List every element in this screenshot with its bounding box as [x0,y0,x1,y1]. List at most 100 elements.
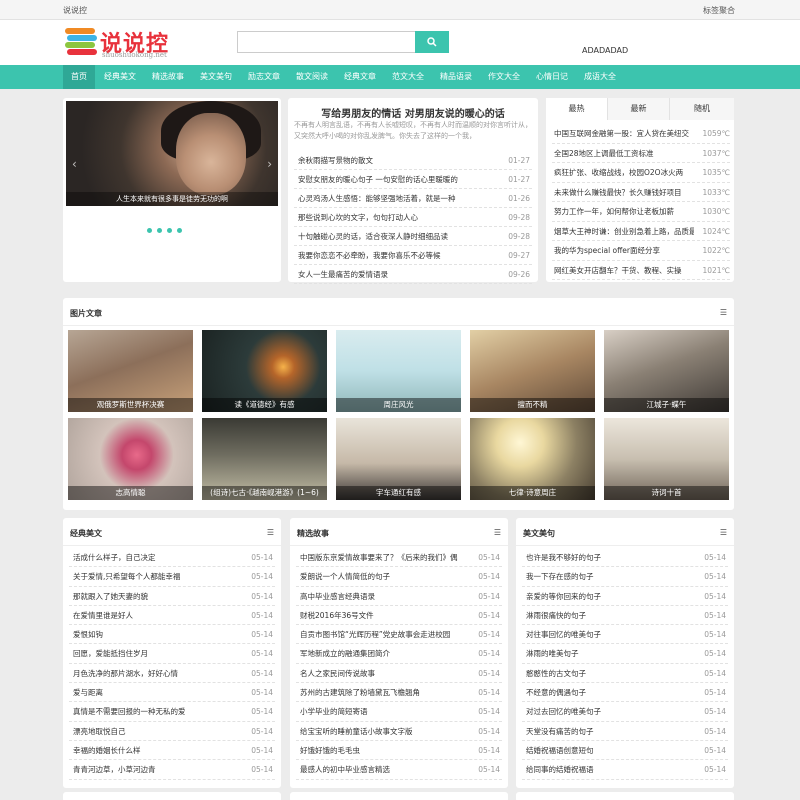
list-item[interactable]: 也许是我不够好的句子 05-14 [522,548,728,568]
slider-dot[interactable] [147,228,152,233]
list-item[interactable]: 憨憨性的古文句子 05-14 [522,664,728,684]
list-item[interactable]: 网红美女开店翻车？干货、教程、实操 1021℃ [552,261,730,280]
list-item[interactable]: 给同事的结婚祝福语 05-14 [522,760,728,780]
item-title[interactable]: 漂亮地取悦自己 [73,722,233,741]
item-title[interactable]: 十句触碰心灵的话，适合夜深人静时细细品读 [298,227,488,246]
nav-item-diary[interactable]: 心情日记 [529,65,575,89]
nav-item-stories[interactable]: 精选故事 [145,65,191,89]
item-title[interactable]: 军地新成立的融通集团简介 [300,644,460,663]
picture-card[interactable]: 周庄风光 [336,330,461,412]
picture-card[interactable]: 宇车通红有感 [336,418,461,500]
item-title[interactable]: 我要你恋恋不必牵盼，我要你喜乐不必等候 [298,246,488,265]
slider-dot[interactable] [167,228,172,233]
item-title[interactable]: 自贡市图书馆“光辉历程”党史故事会走进校园 [300,625,460,644]
list-item[interactable]: 女人一生最痛苦的爱情语录 09-26 [294,265,532,284]
item-title[interactable]: 淋雨的唯美句子 [526,644,686,663]
item-title[interactable]: 财税2016年36号文件 [300,606,460,625]
nav-item-compositions[interactable]: 作文大全 [481,65,527,89]
search-input[interactable] [237,31,417,53]
item-title[interactable]: 烟草大王神时谦：创业别急着上路，品质最重 [554,222,694,242]
list-item[interactable]: 给宝宝听的睡前童话小故事文字版 05-14 [296,722,502,741]
item-title[interactable]: 给同事的结婚祝福语 [526,760,686,779]
list-item[interactable]: 疯狂扩张、收缩战线，校园O2O冰火两 1035℃ [552,163,730,183]
list-item[interactable]: 安慰女朋友的暖心句子 一句安慰的话心里暖暖的 01-27 [294,170,532,189]
item-title[interactable]: 给宝宝听的睡前童话小故事文字版 [300,722,460,741]
list-item[interactable]: 军地新成立的融通集团简介 05-14 [296,644,502,664]
item-title[interactable]: 苏州的古建筑除了粉墙黛瓦飞檐翘角 [300,683,460,702]
list-item[interactable]: 努力工作一年，如何帮你让老板加薪 1030℃ [552,202,730,222]
item-title[interactable]: 未来做什么赚钱最快？长久赚钱好项目 [554,183,694,203]
list-icon[interactable]: ☰ [720,308,727,317]
list-item[interactable]: 小学毕业的简短寄语 05-14 [296,702,502,722]
list-item[interactable]: 好饿好饿的毛毛虫 05-14 [296,741,502,761]
item-title[interactable]: 青青河边草，小草河边青 [73,760,233,779]
list-item[interactable]: 幸福的婚姻长什么样 05-14 [69,741,275,761]
site-name-link[interactable]: 说说控 [63,5,87,16]
list-item[interactable]: 我一下存在感的句子 05-14 [522,567,728,587]
feature-title[interactable]: 写给男朋友的情话 对男朋友说的暖心的话 [288,105,538,120]
item-title[interactable]: 天堂没有痛苦的句子 [526,722,686,741]
nav-item-essays[interactable]: 散文阅读 [289,65,335,89]
list-item[interactable]: 高中毕业感言经典语录 05-14 [296,587,502,606]
list-item[interactable]: 对往事回忆的唯美句子 05-14 [522,625,728,645]
chevron-right-icon[interactable]: › [267,157,272,171]
list-item[interactable]: 心灵鸡汤人生感悟：能够坚强地活着，就是一种 01-26 [294,189,532,208]
list-item[interactable]: 月色洗净的那片湖水，好好心情 05-14 [69,664,275,684]
item-title[interactable]: 努力工作一年，如何帮你让老板加薪 [554,202,694,222]
list-icon[interactable]: ☰ [720,528,727,537]
list-item[interactable]: 我要你恋恋不必牵盼，我要你喜乐不必等候 09-27 [294,246,532,265]
nav-item-model-essays[interactable]: 范文大全 [385,65,431,89]
list-item[interactable]: 天堂没有痛苦的句子 05-14 [522,722,728,741]
item-title[interactable]: 真情是不需要回报的一种无私的爱 [73,702,233,721]
item-title[interactable]: 爱朗说一个人情简低的句子 [300,567,460,586]
picture-card[interactable]: 江城子·蝶午 [604,330,729,412]
item-title[interactable]: 疯狂扩张、收缩战线，校园O2O冰火两 [554,163,694,183]
picture-card[interactable]: (组诗)七古·《越南岘港游》(1~6) [202,418,327,500]
item-title[interactable]: 不经意的偶遇句子 [526,683,686,702]
list-item[interactable]: 那些说到心坎的文字，句句打动人心 09-28 [294,208,532,227]
slider-dot[interactable] [157,228,162,233]
nav-item-home[interactable]: 首页 [63,65,95,89]
picture-card[interactable]: 擅而不精 [470,330,595,412]
list-item[interactable]: 漂亮地取悦自己 05-14 [69,722,275,741]
item-title[interactable]: 全国28地区上调最低工资标准 [554,144,694,164]
nav-item-classic-prose[interactable]: 经典美文 [97,65,143,89]
list-item[interactable]: 十句触碰心灵的话，适合夜深人静时细细品读 09-28 [294,227,532,246]
picture-card[interactable]: 诗词十首 [604,418,729,500]
item-title[interactable]: 憨憨性的古文句子 [526,664,686,683]
list-item[interactable]: 烟草大王神时谦：创业别急着上路，品质最重 1024℃ [552,222,730,242]
item-title[interactable]: 小学毕业的简短寄语 [300,702,460,721]
list-icon[interactable]: ☰ [494,528,501,537]
item-title[interactable]: 在爱情里谁是好人 [73,606,233,625]
list-item[interactable]: 亲爱的等你回来的句子 05-14 [522,587,728,606]
list-item[interactable]: 苏州的古建筑除了粉墙黛瓦飞檐翘角 05-14 [296,683,502,703]
nav-item-idioms[interactable]: 成语大全 [577,65,623,89]
item-title[interactable]: 高中毕业感言经典语录 [300,587,460,606]
slide-image[interactable]: ‹ › 人生本来就有很多事是徒劳无功的啊 [66,101,278,206]
list-item[interactable]: 自贡市图书馆“光辉历程”党史故事会走进校园 05-14 [296,625,502,645]
slider-dot[interactable] [177,228,182,233]
item-title[interactable]: 幸福的婚姻长什么样 [73,741,233,760]
picture-card[interactable]: 读《道德经》有感 [202,330,327,412]
list-item[interactable]: 结婚祝福语创意短句 05-14 [522,741,728,761]
tab-random[interactable]: 随机 [670,98,734,120]
item-title[interactable]: 那就跟入了她天妻的貌 [73,587,233,606]
list-icon[interactable]: ☰ [267,528,274,537]
chevron-left-icon[interactable]: ‹ [72,157,77,171]
item-title[interactable]: 最感人的初中毕业感言精选 [300,760,460,779]
item-title[interactable]: 女人一生最痛苦的爱情语录 [298,265,488,284]
tab-hottest[interactable]: 最热 [546,98,608,120]
list-item[interactable]: 对过去回忆的唯美句子 05-14 [522,702,728,722]
nav-item-classic-articles[interactable]: 经典文章 [337,65,383,89]
list-item[interactable]: 我的华为special offer面经分享 1022℃ [552,241,730,261]
picture-card[interactable]: 志高情聪 [68,418,193,500]
list-item[interactable]: 最感人的初中毕业感言精选 05-14 [296,760,502,780]
ad-banner[interactable]: ADADADAD [582,46,628,55]
list-item[interactable]: 爱恨如钩 05-14 [69,625,275,645]
list-item[interactable]: 未来做什么赚钱最快？长久赚钱好项目 1033℃ [552,183,730,203]
list-item[interactable]: 青青河边草，小草河边青 05-14 [69,760,275,780]
item-title[interactable]: 那些说到心坎的文字，句句打动人心 [298,208,488,227]
list-item[interactable]: 爱与距离 05-14 [69,683,275,703]
list-item[interactable]: 爱朗说一个人情简低的句子 05-14 [296,567,502,587]
item-title[interactable]: 爱恨如钩 [73,625,233,644]
